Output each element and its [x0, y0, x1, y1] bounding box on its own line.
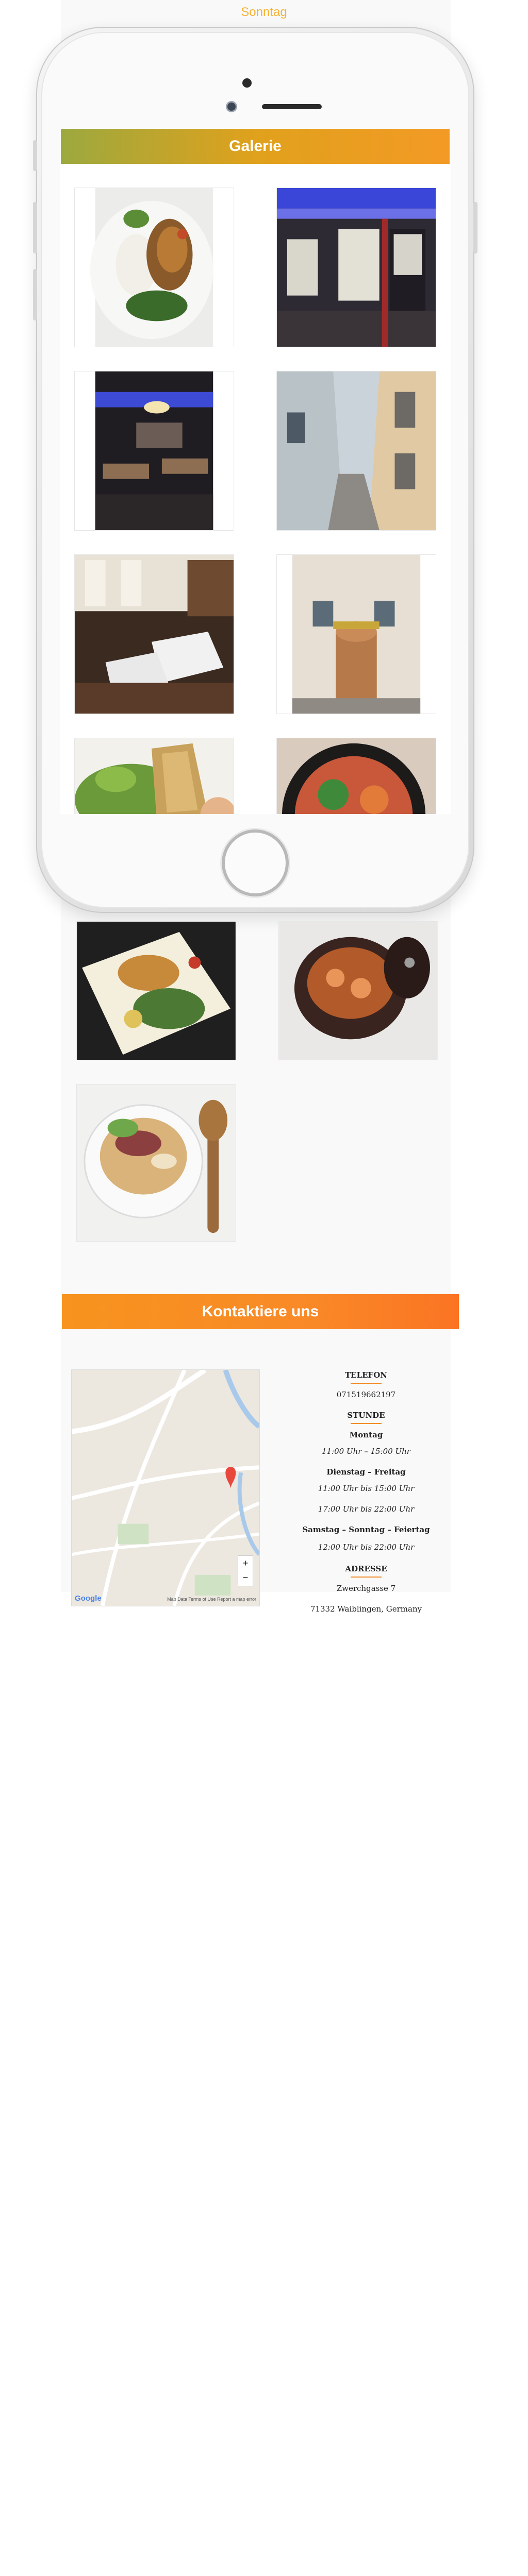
- gallery-heading: Galerie: [61, 129, 450, 164]
- hours-heading: STUNDE: [347, 1411, 385, 1420]
- clay-pot-shrimp-image: [279, 922, 438, 1060]
- pho-soup-image: [77, 1084, 236, 1241]
- contact-info: TELEFON 071519662197 STUNDE Montag 11:00…: [289, 1368, 443, 1616]
- phone-screen[interactable]: Galerie: [60, 129, 451, 814]
- contact-heading: Kontaktiere uns: [62, 1294, 459, 1329]
- restaurant-entrance-image: [277, 188, 436, 347]
- gallery-item[interactable]: [276, 188, 436, 347]
- gallery-item[interactable]: [74, 371, 234, 531]
- gallery-item[interactable]: [74, 554, 234, 714]
- map-tiles: [72, 1370, 259, 1606]
- tables-image: [75, 555, 234, 714]
- phone-heading: TELEFON: [344, 1370, 387, 1380]
- divider: [351, 1383, 382, 1384]
- hours-day: Samstag – Sonntag – Feiertag: [302, 1525, 430, 1534]
- day-label: Sonntag: [241, 5, 287, 19]
- home-button[interactable]: [222, 829, 289, 896]
- page: Sonntag Galerie Kontaktiere uns + − Goog…: [0, 0, 528, 2576]
- address-line: Zwerchgasse 7: [336, 1584, 396, 1593]
- noodle-bowl-image: [277, 738, 436, 814]
- rice-dish-image: [77, 922, 236, 1060]
- speaker-grille: [262, 104, 322, 109]
- gallery-item[interactable]: [76, 1084, 236, 1242]
- power-button: [473, 202, 477, 253]
- gallery-item[interactable]: [74, 188, 234, 347]
- divider: [351, 1423, 382, 1424]
- gallery-item[interactable]: [76, 921, 236, 1060]
- gallery-item[interactable]: [276, 371, 436, 531]
- salad-plate-image: [75, 188, 234, 347]
- hours-time: 11:00 Uhr – 15:00 Uhr: [322, 1447, 410, 1456]
- front-camera-icon: [226, 101, 237, 112]
- zoom-in-button[interactable]: +: [238, 1556, 253, 1570]
- hours-time: 11:00 Uhr bis 15:00 Uhr: [318, 1484, 415, 1493]
- facade-image: [277, 555, 436, 714]
- volume-up-button: [33, 202, 37, 253]
- map-zoom-control[interactable]: + −: [238, 1555, 253, 1586]
- hours-time: 17:00 Uhr bis 22:00 Uhr: [318, 1504, 415, 1514]
- gallery-item[interactable]: [74, 738, 234, 814]
- gallery-item[interactable]: [276, 738, 436, 814]
- mute-switch: [33, 140, 37, 171]
- gallery-item[interactable]: [278, 921, 438, 1060]
- dining-room-image: [75, 371, 234, 530]
- hours-day: Montag: [349, 1430, 383, 1439]
- phone-number[interactable]: 071519662197: [289, 1388, 443, 1401]
- gallery-item[interactable]: [276, 554, 436, 714]
- phone-frame: Galerie: [33, 27, 477, 913]
- zoom-out-button[interactable]: −: [238, 1570, 253, 1585]
- address-heading: ADRESSE: [345, 1564, 387, 1573]
- divider: [351, 1577, 382, 1578]
- map-footer-links[interactable]: Map Data Terms of Use Report a map error: [167, 1597, 256, 1602]
- location-map[interactable]: + − Google Map Data Terms of Use Report …: [71, 1369, 260, 1606]
- hours-time: 12:00 Uhr bis 22:00 Uhr: [318, 1543, 415, 1552]
- volume-down-button: [33, 269, 37, 320]
- address-line: 71332 Waiblingen, Germany: [310, 1604, 422, 1614]
- spring-rolls-image: [75, 738, 234, 814]
- hours-day: Dienstag – Freitag: [326, 1467, 406, 1477]
- alley-image: [277, 371, 436, 530]
- camera-icon: [242, 78, 252, 88]
- google-logo: Google: [75, 1594, 102, 1603]
